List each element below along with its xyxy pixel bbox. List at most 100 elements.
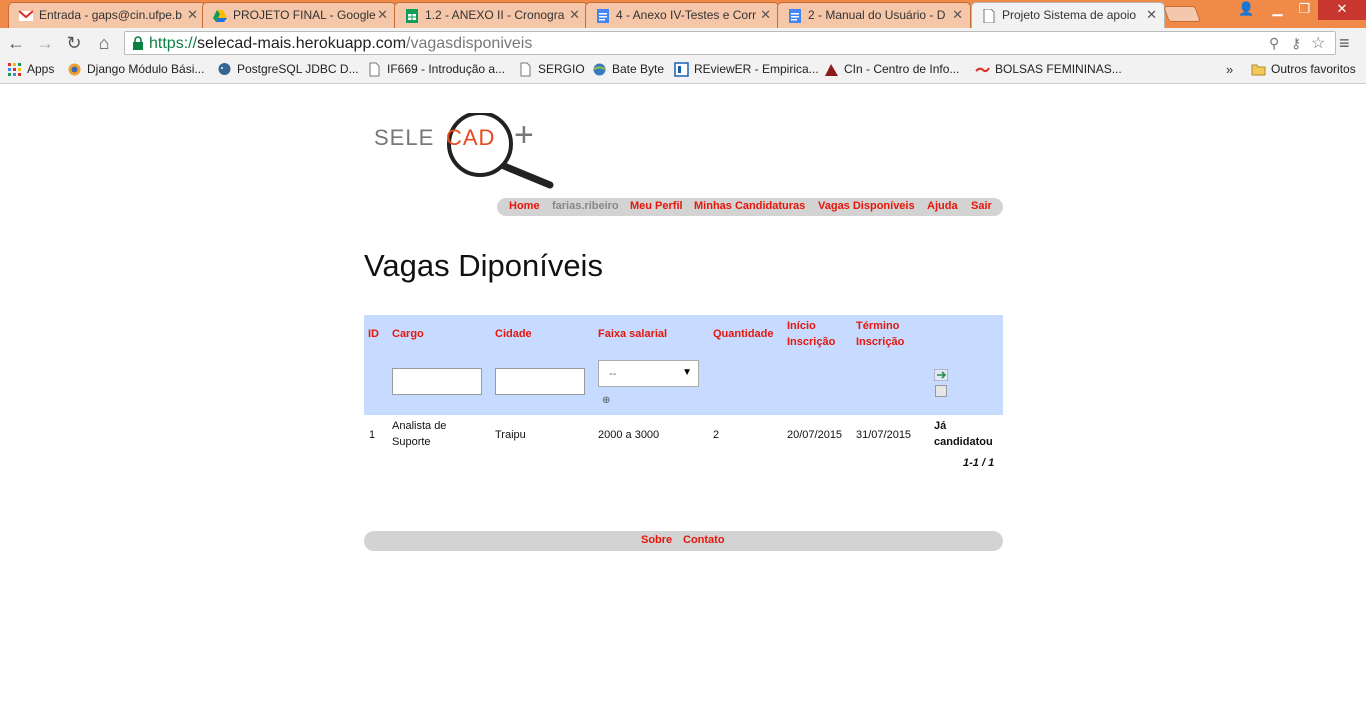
reviewer-icon — [674, 62, 689, 77]
forward-arrow-icon[interactable]: → — [34, 32, 56, 54]
reload-icon[interactable]: ↻ — [63, 32, 85, 54]
add-filter-icon[interactable]: ⊕ — [602, 395, 610, 406]
tab-cronograma[interactable]: 1.2 - ANEXO II - Cronogra ✕ — [394, 2, 588, 28]
bookmark-if669[interactable]: IF669 - Introdução a... — [367, 62, 506, 77]
page-title: Vagas Diponíveis — [364, 248, 603, 283]
apps-grid-icon — [8, 63, 21, 76]
chevron-down-icon: ▼ — [682, 367, 692, 378]
tab-projeto-final[interactable]: PROJETO FINAL - Google ✕ — [202, 2, 396, 28]
bookmark-bate-byte[interactable]: Bate Byte — [592, 62, 664, 76]
url-path: /vagasdisponiveis — [406, 35, 533, 52]
bookmark-django[interactable]: Django Módulo Bási... — [67, 62, 204, 76]
clear-filter-icon[interactable] — [935, 385, 947, 397]
nav-vacancies[interactable]: Vagas Disponíveis — [818, 200, 915, 212]
cell-termino-inscricao: 31/07/2015 — [856, 429, 912, 441]
vacancies-grid: ID Cargo Cidade Faixa salarial Quantidad… — [364, 315, 1003, 469]
bookmark-other-folder[interactable]: Outros favoritos — [1251, 62, 1356, 76]
column-header-cargo[interactable]: Cargo — [392, 326, 424, 342]
footer-link-contato[interactable]: Contato — [683, 534, 725, 546]
page-icon — [369, 62, 380, 77]
tab-title: 2 - Manual do Usuário - D — [808, 8, 946, 22]
tab-title: Entrada - gaps@cin.ufpe.b — [39, 8, 182, 22]
close-icon[interactable]: ✕ — [377, 7, 388, 23]
close-icon[interactable]: ✕ — [187, 7, 198, 23]
nav-help[interactable]: Ajuda — [927, 200, 958, 212]
django-icon — [68, 63, 81, 76]
cidade-filter-input[interactable] — [495, 368, 585, 395]
bookmark-label: SERGIO — [538, 62, 585, 76]
new-tab-button[interactable] — [1163, 6, 1201, 22]
cell-quantidade: 2 — [713, 429, 720, 441]
refresh-filter-icon[interactable] — [934, 369, 948, 381]
nav-home[interactable]: Home — [509, 200, 540, 212]
key-icon[interactable]: ⚷ — [1291, 35, 1301, 52]
address-bar[interactable]: https://selecad-mais.herokuapp.com/vagas… — [124, 31, 1336, 55]
bookmark-label: IF669 - Introdução a... — [387, 62, 506, 76]
bookmarks-overflow-chevron[interactable]: » — [1226, 62, 1233, 77]
bookmark-label: Django Módulo Bási... — [87, 62, 205, 76]
bookmark-label: REviewER - Empirica... — [694, 62, 819, 76]
home-icon[interactable]: ⌂ — [93, 32, 115, 54]
column-header-id[interactable]: ID — [368, 326, 379, 342]
cell-id: 1 — [369, 429, 376, 441]
bookmark-postgresql[interactable]: PostgreSQL JDBC D... — [217, 62, 359, 76]
close-icon[interactable]: ✕ — [1146, 7, 1157, 23]
tab-gmail[interactable]: Entrada - gaps@cin.ufpe.b ✕ — [8, 2, 206, 28]
minimize-icon[interactable]: ▁ — [1264, 0, 1291, 20]
browser-toolbar: ← → ↻ ⌂ https://selecad-mais.herokuapp.c… — [0, 28, 1366, 58]
google-drive-icon — [213, 10, 227, 22]
google-docs-icon — [597, 9, 609, 23]
bookmarks-bar: Apps Django Módulo Bási... PostgreSQL JD… — [0, 58, 1366, 84]
footer-bar: Sobre Contato — [364, 531, 1003, 551]
window-close-icon[interactable]: ✕ — [1318, 0, 1366, 20]
close-icon[interactable]: ✕ — [569, 7, 580, 23]
cell-status: Já candidatou — [934, 420, 993, 448]
tab-manual[interactable]: 2 - Manual do Usuário - D ✕ — [777, 2, 971, 28]
bolsas-icon — [975, 67, 990, 73]
column-header-inicio-inscricao[interactable]: Início Inscrição — [787, 318, 849, 350]
search-icon[interactable]: ⚲ — [1269, 35, 1279, 52]
tab-title: 4 - Anexo IV-Testes e Corr — [616, 8, 757, 22]
column-header-faixa-salarial[interactable]: Faixa salarial — [598, 326, 667, 342]
selecad-logo: SELE CAD + — [374, 113, 556, 189]
page-icon — [520, 62, 531, 77]
column-header-termino-inscricao[interactable]: Término Inscrição — [856, 318, 922, 350]
bookmark-reviewer[interactable]: REviewER - Empirica... — [674, 62, 819, 77]
restore-icon[interactable]: ❐ — [1291, 0, 1318, 20]
nav-profile[interactable]: Meu Perfil — [630, 200, 683, 212]
close-icon[interactable]: ✕ — [760, 7, 771, 23]
table-row[interactable]: 1 Analista de Suporte Traipu 2000 a 3000… — [364, 415, 1003, 455]
column-header-cidade[interactable]: Cidade — [495, 326, 532, 342]
star-icon[interactable]: ☆ — [1311, 33, 1325, 53]
user-icon[interactable]: 👤 — [1233, 0, 1260, 20]
bookmark-label: PostgreSQL JDBC D... — [237, 62, 359, 76]
tab-projeto-sistema[interactable]: Projeto Sistema de apoio ✕ — [971, 2, 1165, 28]
tab-title: Projeto Sistema de apoio — [1002, 8, 1137, 22]
salary-filter-select[interactable]: -- ▼ — [598, 360, 699, 387]
nav-logout[interactable]: Sair — [971, 200, 992, 212]
cargo-filter-input[interactable] — [392, 368, 482, 395]
cell-inicio-inscricao: 20/07/2015 — [787, 429, 843, 441]
column-header-quantidade[interactable]: Quantidade — [713, 326, 774, 342]
nav-username: farias.ribeiro — [552, 200, 619, 212]
bookmark-label: BOLSAS FEMININAS... — [995, 62, 1122, 76]
bookmark-apps[interactable]: Apps — [7, 62, 54, 76]
url-scheme: https:// — [149, 35, 198, 52]
tab-anexo-iv[interactable]: 4 - Anexo IV-Testes e Corr ✕ — [585, 2, 779, 28]
bookmark-cin[interactable]: CIn - Centro de Info... — [824, 62, 959, 76]
cell-cargo: Analista de Suporte — [392, 420, 447, 448]
tab-title: PROJETO FINAL - Google — [233, 8, 376, 22]
google-docs-icon — [789, 9, 801, 23]
nav-applications[interactable]: Minhas Candidaturas — [694, 200, 805, 212]
close-icon[interactable]: ✕ — [952, 7, 963, 23]
bookmark-label: CIn - Centro de Info... — [844, 62, 960, 76]
grid-header: ID Cargo Cidade Faixa salarial Quantidad… — [364, 315, 1003, 415]
menu-icon[interactable]: ≡ — [1339, 33, 1350, 54]
url-text[interactable]: https://selecad-mais.herokuapp.com/vagas… — [149, 35, 532, 53]
cin-icon — [825, 64, 838, 76]
footer-link-sobre[interactable]: Sobre — [641, 534, 672, 546]
back-arrow-icon[interactable]: ← — [5, 32, 27, 54]
bookmark-sergio[interactable]: SERGIO — [518, 62, 585, 77]
bookmark-bolsas[interactable]: BOLSAS FEMININAS... — [975, 62, 1122, 76]
page-icon — [983, 9, 995, 23]
